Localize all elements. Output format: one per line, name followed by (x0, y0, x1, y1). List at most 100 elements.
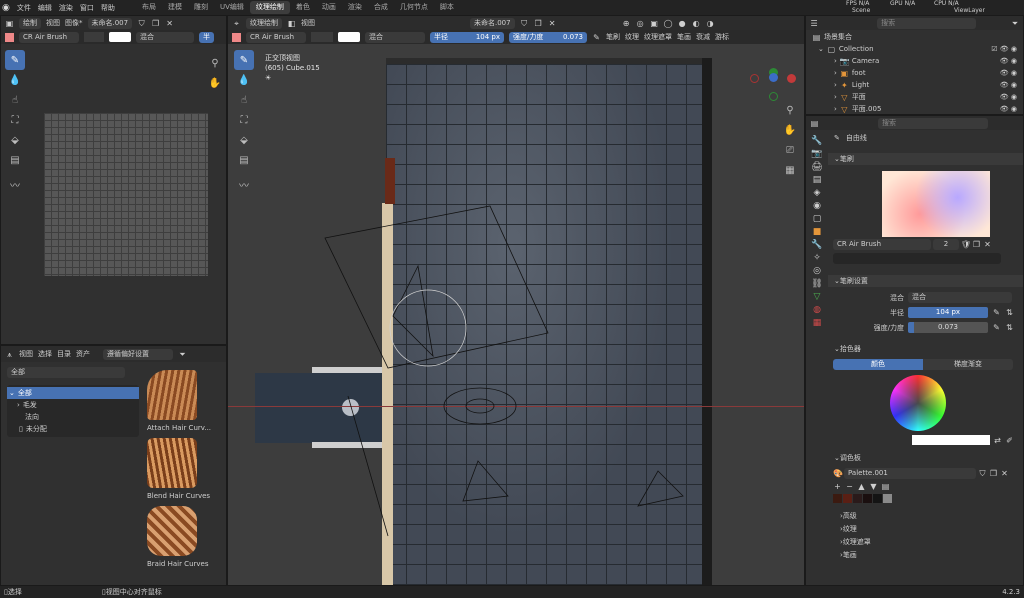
viewlayer-label[interactable]: ViewLayer (954, 7, 985, 14)
clone-tool-icon[interactable]: ⛶ (5, 110, 25, 130)
scene-tab-icon[interactable]: ◈ (809, 188, 825, 198)
subsection-1[interactable]: › 纹理 (828, 522, 1023, 535)
subsection-3[interactable]: › 笔画 (828, 548, 1023, 561)
outliner-item-light[interactable]: › ✦ Light 👁 ◉ (812, 79, 1023, 91)
palette-swatch[interactable] (833, 494, 842, 503)
fake-user-icon[interactable]: 🛡 (961, 240, 971, 249)
radius-field-short[interactable]: 半 (199, 31, 214, 43)
shield-icon[interactable]: ⛉ (137, 19, 146, 28)
modifier-tab-icon[interactable]: 🔧 (809, 240, 825, 250)
smear-tool-icon[interactable]: ☝ (234, 90, 254, 110)
asset-item[interactable]: Braid Hair Curves (147, 506, 208, 574)
menu-window[interactable]: 窗口 (80, 3, 94, 13)
brush-texture-field[interactable] (833, 253, 1001, 264)
asset-editor-icon[interactable]: ⩚ (5, 350, 14, 359)
data-tab-icon[interactable]: ▽ (809, 292, 825, 302)
color-wheel[interactable] (890, 375, 946, 431)
menu-file[interactable]: 文件 (17, 3, 31, 13)
gizmo-negx-icon[interactable] (750, 74, 759, 83)
move-up-icon[interactable]: ▲ (857, 482, 866, 491)
tab-workspace-2[interactable]: 雕刻 (188, 1, 214, 14)
copy-icon[interactable]: ❐ (151, 19, 160, 28)
tab-workspace-9[interactable]: 几何节点 (394, 1, 434, 14)
outliner-item-plane005[interactable]: › ▽ 平面.005 👁 ◉ (812, 103, 1023, 115)
material-tab-icon[interactable]: ◍ (809, 305, 825, 315)
fill-tool-icon[interactable]: ⬙ (5, 130, 25, 150)
gizmo-z-icon[interactable] (769, 73, 778, 82)
catalog-normal[interactable]: 法向 (7, 411, 139, 423)
draw-tool-icon[interactable]: ✎ (234, 50, 254, 70)
zoom-icon[interactable]: ⚲ (205, 53, 225, 73)
tab-color[interactable]: 颜色 (833, 359, 923, 370)
palette-icon[interactable]: 🎨 (833, 469, 843, 478)
smear-tool-icon[interactable]: ☝ (5, 90, 25, 110)
tab-workspace-6[interactable]: 动画 (316, 1, 342, 14)
collection-row[interactable]: ⌄ ▢ Collection ☑ 👁 ◉ (812, 43, 1023, 55)
physics-tab-icon[interactable]: ◎ (809, 266, 825, 276)
strength-slider[interactable]: 0.073 (908, 322, 988, 333)
sort-icon[interactable]: ▤ (881, 482, 890, 491)
menu-render[interactable]: 渲染 (59, 3, 73, 13)
soften-tool-icon[interactable]: 💧 (234, 70, 254, 90)
blend-dropdown[interactable]: 混合 (136, 31, 194, 43)
gizmo-x-icon[interactable] (787, 74, 796, 83)
subsection-2[interactable]: › 纹理遮罩 (828, 535, 1023, 548)
asset-filter-field[interactable]: 全部 (7, 367, 125, 378)
properties-search[interactable]: 搜索 (878, 117, 988, 129)
remove-color-icon[interactable]: − (845, 482, 854, 491)
outliner-item-plane[interactable]: › ▽ 平面 👁 ◉ (812, 91, 1023, 103)
strength-option-icon[interactable]: ⇅ (1005, 323, 1014, 332)
draw-tool-icon[interactable]: ✎ (5, 50, 25, 70)
tool-tab-icon[interactable]: 🔧 (809, 136, 825, 146)
outliner-search[interactable]: 搜索 (877, 17, 976, 29)
annotate-tool-icon[interactable]: 〰 (5, 174, 25, 194)
brush-selector[interactable]: CR Air Brush (19, 31, 79, 43)
asset-menu-catalog[interactable]: 目录 (57, 349, 71, 359)
color-picker-header[interactable]: ⌄ 拾色器 (828, 343, 1023, 355)
filter-icon[interactable]: ⏷ (178, 350, 187, 359)
ortho-grid-icon[interactable]: ▦ (780, 160, 800, 180)
constraints-tab-icon[interactable]: ⛓ (809, 279, 825, 289)
clone-tool-icon[interactable]: ⛶ (234, 110, 254, 130)
add-color-icon[interactable]: + (833, 482, 842, 491)
catalog-all[interactable]: ⌄ 全部 (7, 387, 139, 399)
unlink-icon[interactable]: ✕ (983, 240, 992, 249)
blend-dropdown[interactable]: 混合 (908, 292, 1012, 303)
scene-label[interactable]: Scene (852, 7, 870, 14)
palette-swatch[interactable] (853, 494, 862, 503)
blender-logo-icon[interactable]: ◉ (2, 3, 10, 13)
subsection-0[interactable]: › 高级 (828, 509, 1023, 522)
asset-menu-asset[interactable]: 资产 (76, 349, 90, 359)
swap-colors-icon[interactable]: ⇄ (993, 436, 1002, 445)
tab-workspace-0[interactable]: 布局 (136, 1, 162, 14)
move-down-icon[interactable]: ▼ (869, 482, 878, 491)
outliner-editor-icon[interactable]: ☰ (810, 19, 818, 28)
asset-item[interactable]: Attach Hair Curv... (147, 370, 211, 438)
menu-help[interactable]: 帮助 (101, 3, 115, 13)
palette-swatch[interactable] (863, 494, 872, 503)
tab-workspace-1[interactable]: 建模 (162, 1, 188, 14)
catalog-hair[interactable]: › 毛发 (7, 399, 139, 411)
radius-slider[interactable]: 104 px (908, 307, 988, 318)
fill-tool-icon[interactable]: ⬙ (234, 130, 254, 150)
world-tab-icon[interactable]: ◉ (809, 201, 825, 211)
mask-tool-icon[interactable]: ▤ (5, 150, 25, 170)
eyedropper-icon[interactable]: ✐ (1005, 436, 1014, 445)
tab-workspace-10[interactable]: 脚本 (434, 1, 460, 14)
view-layer-tab-icon[interactable]: ▤ (809, 175, 825, 185)
soften-tool-icon[interactable]: 💧 (5, 70, 25, 90)
tab-workspace-8[interactable]: 合成 (368, 1, 394, 14)
brush-name-field[interactable]: CR Air Brush (833, 239, 931, 250)
scene-collection-row[interactable]: ▤ 场景集合 (812, 31, 1023, 43)
view-menu[interactable]: 视图 (46, 18, 60, 28)
tab-workspace-3[interactable]: UV编辑 (214, 1, 250, 14)
palette-swatch[interactable] (873, 494, 882, 503)
pressure-icon[interactable]: ✎ (992, 308, 1001, 317)
brush-users-count[interactable]: 2 (933, 239, 959, 250)
library-dropdown[interactable]: 遵循偏好设置 (103, 348, 173, 360)
brush-preview-thumbnail[interactable] (882, 171, 990, 237)
unlink-icon[interactable]: ✕ (1000, 469, 1009, 478)
texture-tab-icon[interactable]: ▦ (809, 318, 825, 328)
mode-dropdown[interactable]: 绘制 (19, 17, 41, 29)
pressure-icon[interactable]: ✎ (992, 323, 1001, 332)
